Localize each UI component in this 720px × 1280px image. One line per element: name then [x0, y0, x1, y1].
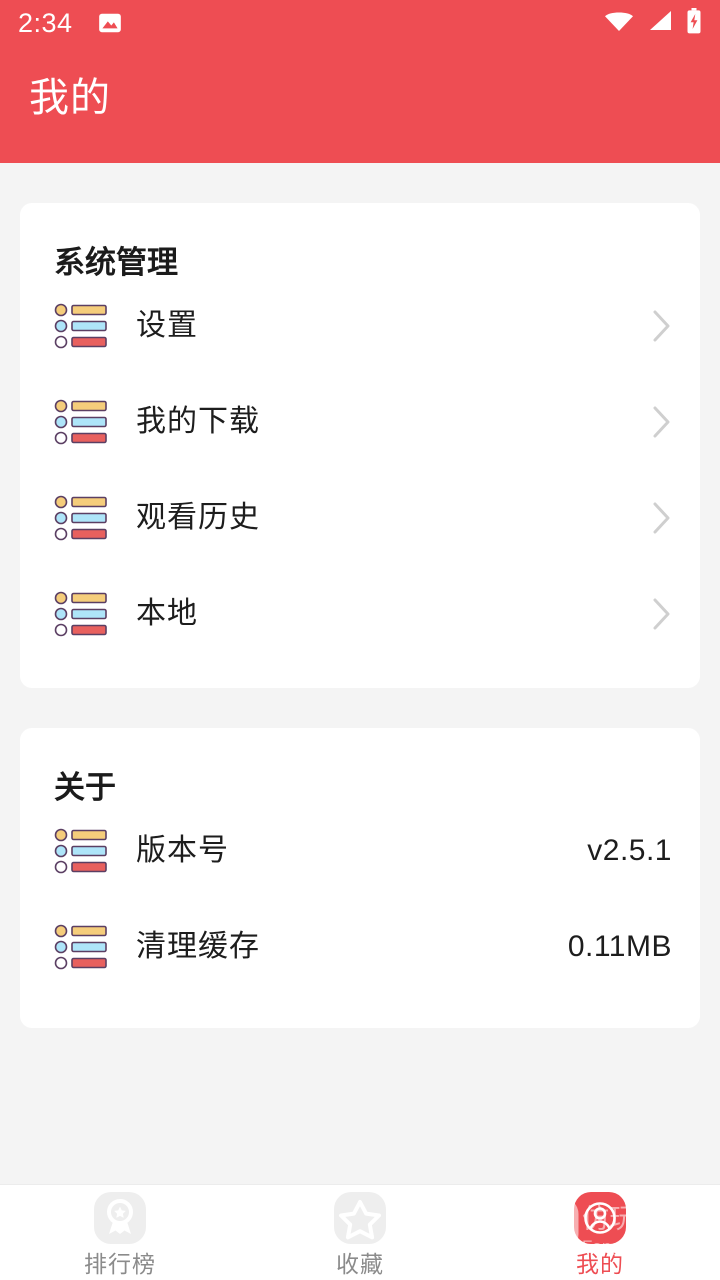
tab-mine[interactable]: 我的: [480, 1185, 720, 1280]
wifi-icon: [604, 9, 634, 38]
status-bar: 2:34: [0, 0, 720, 46]
battery-charging-icon: [686, 7, 702, 39]
signal-icon: [647, 9, 673, 38]
tab-label-favorites: 收藏: [336, 1251, 384, 1277]
section-card-system: 系统管理 设置 我的下载 观看历史 本地: [20, 203, 700, 688]
medal-icon: [91, 1189, 149, 1247]
list-item-version[interactable]: 版本号 v2.5.1: [20, 803, 700, 899]
app-header: 2:34 我的: [0, 0, 720, 163]
star-icon: [331, 1189, 389, 1247]
section-title-about: 关于: [54, 770, 116, 805]
list-icon: [54, 495, 108, 541]
chevron-right-icon: [652, 501, 672, 535]
chevron-right-icon: [652, 405, 672, 439]
list-icon: [54, 828, 108, 874]
version-value: v2.5.1: [587, 834, 672, 867]
tab-ranking[interactable]: 排行榜: [0, 1185, 240, 1280]
list-icon: [54, 924, 108, 970]
list-item-label: 观看历史: [136, 501, 260, 534]
tab-label-mine: 我的: [576, 1251, 624, 1277]
status-bar-icons: [604, 7, 702, 39]
status-bar-time: 2:34: [18, 7, 73, 38]
list-item-label: 清理缓存: [136, 930, 260, 963]
tab-favorites[interactable]: 收藏: [240, 1185, 480, 1280]
list-item-settings[interactable]: 设置: [20, 278, 700, 374]
photo-icon: [97, 10, 123, 36]
list-item-my-downloads[interactable]: 我的下载: [20, 374, 700, 470]
profile-icon: [571, 1189, 629, 1247]
section-card-about: 关于 版本号 v2.5.1 清理缓存 0.11MB: [20, 728, 700, 1028]
list-item-watch-history[interactable]: 观看历史: [20, 470, 700, 566]
list-item-label: 本地: [136, 597, 198, 630]
tab-label-ranking: 排行榜: [84, 1251, 156, 1277]
list-item-label: 版本号: [136, 834, 229, 867]
list-item-local[interactable]: 本地: [20, 566, 700, 662]
bottom-navigation: 排行榜 收藏 我的: [0, 1184, 720, 1280]
page-title: 我的: [29, 76, 111, 120]
cache-size-value: 0.11MB: [567, 930, 672, 963]
section-title-system: 系统管理: [54, 245, 178, 280]
chevron-right-icon: [652, 309, 672, 343]
list-icon: [54, 303, 108, 349]
list-icon: [54, 399, 108, 445]
list-icon: [54, 591, 108, 637]
app-screen: 2:34 我的 系统管理 设置 我的下载 观看历史 本地 关于 版本号 v2.5…: [0, 0, 720, 1280]
list-item-label: 设置: [136, 309, 198, 342]
chevron-right-icon: [652, 597, 672, 631]
list-item-clear-cache[interactable]: 清理缓存 0.11MB: [20, 899, 700, 995]
list-item-label: 我的下载: [136, 405, 260, 438]
